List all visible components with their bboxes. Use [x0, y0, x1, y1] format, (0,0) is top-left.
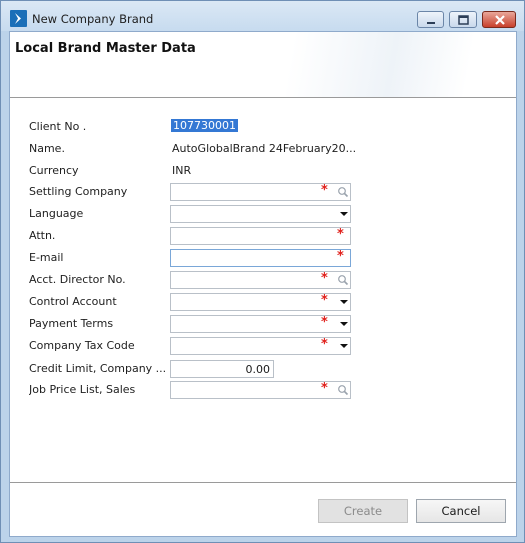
page-title: Local Brand Master Data: [15, 41, 196, 56]
currency-row: Currency INR: [10, 162, 516, 180]
company-tax-code-row: Company Tax Code *: [10, 337, 516, 355]
required-marker: *: [321, 271, 328, 286]
email-label: E-mail: [29, 251, 64, 264]
control-account-select[interactable]: *: [170, 293, 351, 311]
acct-director-input[interactable]: *: [170, 271, 351, 289]
attn-label: Attn.: [29, 229, 56, 242]
chevron-down-icon[interactable]: [338, 208, 350, 220]
language-select[interactable]: [170, 205, 351, 223]
header-band: Local Brand Master Data: [10, 32, 516, 98]
window-title: New Company Brand: [32, 12, 154, 26]
cancel-button[interactable]: Cancel: [416, 499, 506, 523]
payment-terms-row: Payment Terms *: [10, 315, 516, 333]
currency-value: INR: [172, 164, 192, 177]
attn-row: Attn. *: [10, 227, 516, 245]
settling-company-input[interactable]: *: [170, 183, 351, 201]
required-marker: *: [321, 183, 328, 198]
acct-director-row: Acct. Director No. *: [10, 271, 516, 289]
job-price-list-label: Job Price List, Sales: [29, 383, 136, 396]
required-marker: *: [321, 315, 328, 330]
required-marker: *: [321, 337, 328, 352]
company-tax-code-select[interactable]: *: [170, 337, 351, 355]
chevron-down-icon[interactable]: [338, 340, 350, 352]
create-button[interactable]: Create: [318, 499, 408, 523]
title-bar[interactable]: New Company Brand: [1, 1, 524, 31]
credit-limit-label: Credit Limit, Company ...: [29, 362, 167, 375]
client-no-label: Client No .: [29, 120, 87, 133]
dialog-body: Local Brand Master Data Client No . 1077…: [9, 31, 517, 537]
language-label: Language: [29, 207, 84, 220]
control-account-row: Control Account *: [10, 293, 516, 311]
currency-label: Currency: [29, 164, 79, 177]
name-label: Name.: [29, 142, 65, 155]
maximize-button[interactable]: [449, 11, 477, 28]
acct-director-label: Acct. Director No.: [29, 273, 126, 286]
settling-company-label: Settling Company: [29, 185, 128, 198]
dialog-window: New Company Brand Local Brand Master Dat…: [0, 0, 525, 543]
settling-company-row: Settling Company *: [10, 183, 516, 201]
required-marker: *: [337, 249, 344, 264]
client-no-row: Client No . 107730001: [10, 118, 516, 136]
required-marker: *: [321, 293, 328, 308]
search-icon[interactable]: [337, 274, 349, 286]
language-row: Language: [10, 205, 516, 223]
close-button[interactable]: [482, 11, 516, 28]
company-tax-code-label: Company Tax Code: [29, 339, 135, 352]
attn-input[interactable]: *: [170, 227, 351, 245]
client-no-value[interactable]: 107730001: [171, 119, 238, 132]
chevron-down-icon[interactable]: [338, 296, 350, 308]
payment-terms-select[interactable]: *: [170, 315, 351, 333]
email-field[interactable]: *: [170, 249, 351, 267]
name-value: AutoGlobalBrand 24February20...: [172, 142, 357, 155]
credit-limit-input[interactable]: 0.00: [170, 360, 274, 378]
footer-divider: [10, 482, 516, 483]
chevron-down-icon[interactable]: [338, 318, 350, 330]
job-price-list-input[interactable]: *: [170, 381, 351, 399]
minimize-button[interactable]: [417, 11, 444, 28]
required-marker: *: [337, 227, 344, 242]
name-row: Name. AutoGlobalBrand 24February20...: [10, 140, 516, 158]
payment-terms-label: Payment Terms: [29, 317, 114, 330]
email-row: E-mail *: [10, 249, 516, 267]
credit-limit-value: 0.00: [245, 363, 271, 376]
job-price-list-row: Job Price List, Sales *: [10, 381, 516, 399]
required-marker: *: [321, 381, 328, 396]
control-account-label: Control Account: [29, 295, 117, 308]
search-icon[interactable]: [337, 186, 349, 198]
search-icon[interactable]: [337, 384, 349, 396]
app-icon: [10, 10, 27, 27]
credit-limit-row: Credit Limit, Company ... 0.00: [10, 360, 516, 378]
